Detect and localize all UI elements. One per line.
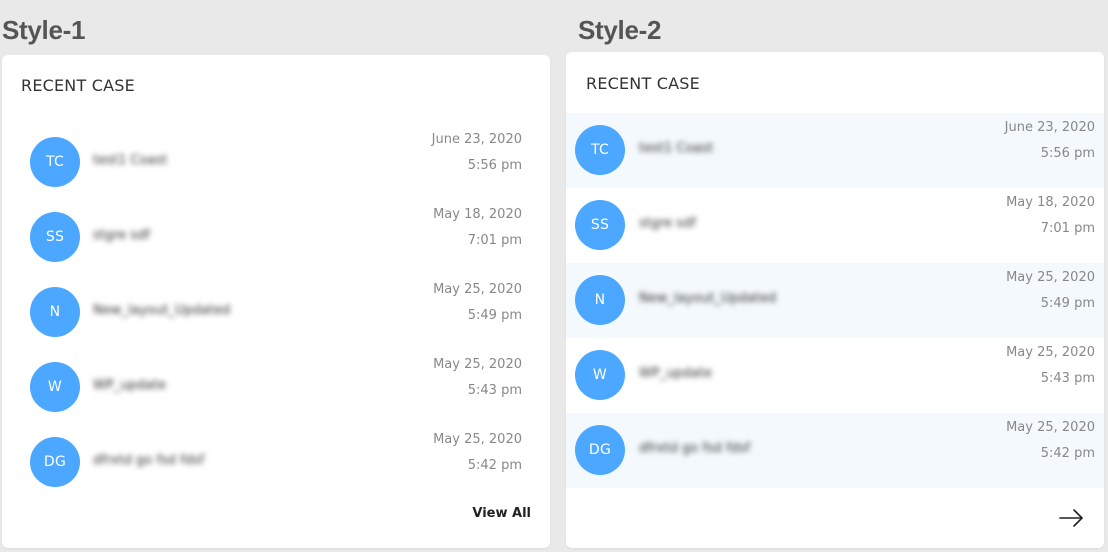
case-name[interactable]: stgre sdf bbox=[639, 216, 696, 231]
case-date: May 25, 2020 bbox=[433, 432, 522, 447]
case-row[interactable]: N New_layout_Updated May 25, 2020 5:49 p… bbox=[566, 263, 1104, 338]
case-time: 7:01 pm bbox=[467, 233, 522, 248]
case-row[interactable]: TC test1 Coast June 23, 2020 5:56 pm bbox=[566, 113, 1104, 188]
avatar: SS bbox=[575, 200, 625, 250]
style-2-heading: Style-2 bbox=[578, 15, 662, 45]
case-date: May 25, 2020 bbox=[1006, 420, 1095, 435]
card-title: RECENT CASE bbox=[21, 76, 135, 95]
case-name[interactable]: dfrxtd go fsd fdsf bbox=[639, 441, 750, 456]
view-all-link[interactable]: View All bbox=[472, 506, 531, 521]
card-title: RECENT CASE bbox=[586, 74, 700, 93]
case-time: 5:43 pm bbox=[1040, 371, 1095, 386]
case-time: 5:43 pm bbox=[467, 383, 522, 398]
arrow-right-icon[interactable] bbox=[1058, 508, 1086, 528]
case-row[interactable]: SS stgre sdf May 18, 2020 7:01 pm bbox=[2, 200, 550, 275]
case-time: 5:56 pm bbox=[467, 158, 522, 173]
case-time: 7:01 pm bbox=[1040, 221, 1095, 236]
case-date: May 18, 2020 bbox=[1006, 195, 1095, 210]
case-row[interactable]: W WP_update May 25, 2020 5:43 pm bbox=[2, 350, 550, 425]
case-date: June 23, 2020 bbox=[1004, 120, 1095, 135]
case-time: 5:49 pm bbox=[467, 308, 522, 323]
case-time: 5:56 pm bbox=[1040, 146, 1095, 161]
case-name[interactable]: New_layout_Updated bbox=[93, 303, 230, 318]
case-date: May 25, 2020 bbox=[1006, 345, 1095, 360]
case-row[interactable]: SS stgre sdf May 18, 2020 7:01 pm bbox=[566, 188, 1104, 263]
avatar: N bbox=[575, 275, 625, 325]
case-row[interactable]: W WP_update May 25, 2020 5:43 pm bbox=[566, 338, 1104, 413]
case-name[interactable]: stgre sdf bbox=[93, 228, 150, 243]
recent-case-card-style-2: RECENT CASE TC test1 Coast June 23, 2020… bbox=[566, 52, 1104, 548]
avatar: TC bbox=[30, 137, 80, 187]
case-name[interactable]: dfrxtd go fsd fdsf bbox=[93, 453, 204, 468]
case-row[interactable]: DG dfrxtd go fsd fdsf May 25, 2020 5:42 … bbox=[566, 413, 1104, 488]
case-name[interactable]: test1 Coast bbox=[93, 153, 167, 168]
case-time: 5:42 pm bbox=[467, 458, 522, 473]
case-time: 5:49 pm bbox=[1040, 296, 1095, 311]
style-1-heading: Style-1 bbox=[2, 15, 86, 45]
avatar: TC bbox=[575, 125, 625, 175]
avatar: DG bbox=[575, 425, 625, 475]
avatar: SS bbox=[30, 212, 80, 262]
case-name[interactable]: WP_update bbox=[639, 366, 712, 381]
case-row[interactable]: N New_layout_Updated May 25, 2020 5:49 p… bbox=[2, 275, 550, 350]
case-row[interactable]: TC test1 Coast June 23, 2020 5:56 pm bbox=[2, 125, 550, 200]
case-name[interactable]: WP_update bbox=[93, 378, 166, 393]
avatar: W bbox=[30, 362, 80, 412]
avatar: W bbox=[575, 350, 625, 400]
case-date: May 25, 2020 bbox=[433, 282, 522, 297]
case-date: May 18, 2020 bbox=[433, 207, 522, 222]
recent-case-card-style-1: RECENT CASE TC test1 Coast June 23, 2020… bbox=[2, 55, 550, 548]
case-date: May 25, 2020 bbox=[433, 357, 522, 372]
case-time: 5:42 pm bbox=[1040, 446, 1095, 461]
avatar: DG bbox=[30, 437, 80, 487]
case-date: June 23, 2020 bbox=[431, 132, 522, 147]
case-date: May 25, 2020 bbox=[1006, 270, 1095, 285]
case-name[interactable]: test1 Coast bbox=[639, 141, 713, 156]
avatar: N bbox=[30, 287, 80, 337]
case-name[interactable]: New_layout_Updated bbox=[639, 291, 776, 306]
case-row[interactable]: DG dfrxtd go fsd fdsf May 25, 2020 5:42 … bbox=[2, 425, 550, 500]
